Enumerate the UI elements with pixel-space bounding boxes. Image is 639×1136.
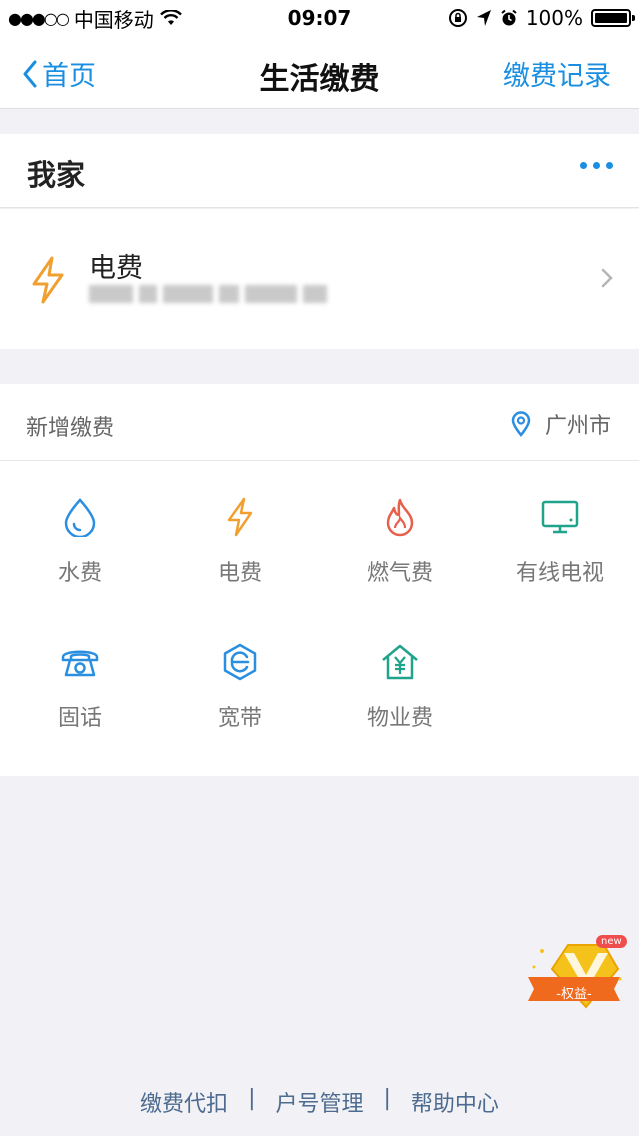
- bill-item-electricity[interactable]: 电费: [0, 209, 639, 349]
- footer-separator: |: [383, 1086, 391, 1111]
- wifi-icon: [159, 10, 182, 25]
- payment-type-landline[interactable]: 固话: [0, 642, 160, 762]
- navigation-bar: 首页 生活缴费 缴费记录: [0, 36, 639, 109]
- bill-name: 电费: [89, 253, 143, 284]
- payment-type-label: 水费: [57, 561, 102, 586]
- home-group-header: 我家: [0, 134, 639, 208]
- payment-records-button[interactable]: 缴费记录: [503, 54, 611, 93]
- home-group-title: 我家: [27, 158, 86, 192]
- payment-type-label: 固话: [57, 706, 102, 731]
- payment-type-electricity[interactable]: 电费: [160, 497, 320, 617]
- status-bar: ●●●○○ 中国移动 09:07 100%: [0, 0, 639, 36]
- payment-type-broadband[interactable]: 宽带: [160, 642, 320, 762]
- payment-type-label: 燃气费: [366, 561, 433, 586]
- lightning-icon: [32, 256, 64, 304]
- chevron-left-icon: [23, 60, 37, 87]
- signal-icon: ●●●○○: [8, 8, 70, 28]
- payment-type-cable-tv[interactable]: 有线电视: [480, 497, 639, 617]
- property-house-icon: [382, 644, 418, 680]
- back-label: 首页: [42, 61, 96, 92]
- water-drop-icon: [64, 498, 96, 537]
- payment-type-property[interactable]: 物业费: [320, 642, 480, 762]
- add-payment-title: 新增缴费: [26, 416, 115, 441]
- payment-type-gas[interactable]: 燃气费: [320, 497, 480, 617]
- auto-debit-link[interactable]: 缴费代扣: [134, 1086, 234, 1118]
- payment-type-label: 物业费: [366, 706, 433, 731]
- payment-type-label: 有线电视: [515, 561, 604, 586]
- tv-icon: [541, 500, 579, 534]
- telephone-icon: [61, 650, 99, 677]
- more-options-icon[interactable]: [580, 162, 613, 169]
- rotation-lock-icon: [448, 9, 467, 27]
- add-payment-header: 新增缴费 广州市: [0, 384, 639, 461]
- location-selector[interactable]: 广州市: [511, 408, 611, 440]
- help-center-link[interactable]: 帮助中心: [405, 1086, 505, 1118]
- footer-separator: |: [248, 1086, 256, 1111]
- lightning-icon: [227, 497, 253, 537]
- chevron-right-icon: [601, 268, 613, 288]
- battery-icon: [591, 9, 635, 27]
- account-management-link[interactable]: 户号管理: [269, 1086, 369, 1118]
- carrier-label: 中国移动: [73, 7, 154, 32]
- back-button[interactable]: 首页: [22, 54, 96, 93]
- location-arrow-icon: [476, 10, 491, 26]
- new-tag: new: [596, 935, 627, 948]
- footer-links: 缴费代扣 | 户号管理 | 帮助中心: [0, 1086, 639, 1118]
- payment-type-label: 电费: [217, 561, 262, 586]
- rights-badge-label: -权益-: [556, 987, 592, 1002]
- payment-type-label: 宽带: [217, 706, 262, 731]
- battery-percent: 100%: [525, 6, 583, 30]
- bill-account-blurred: [89, 285, 327, 303]
- city-label: 广州市: [544, 414, 611, 439]
- rights-badge[interactable]: new -权益-: [522, 935, 627, 1025]
- payment-type-water[interactable]: 水费: [0, 497, 160, 617]
- alarm-icon: [501, 9, 517, 26]
- flame-icon: [386, 498, 414, 537]
- location-pin-icon: [511, 411, 531, 437]
- add-payment-section: 新增缴费 广州市 水费 电费 燃气费 有线电视 固话 宽带 物业费: [0, 384, 639, 776]
- status-right: 100%: [448, 6, 635, 30]
- status-left: ●●●○○ 中国移动: [8, 4, 238, 33]
- broadband-icon: [223, 643, 257, 681]
- rights-badge-icon: [528, 944, 622, 1009]
